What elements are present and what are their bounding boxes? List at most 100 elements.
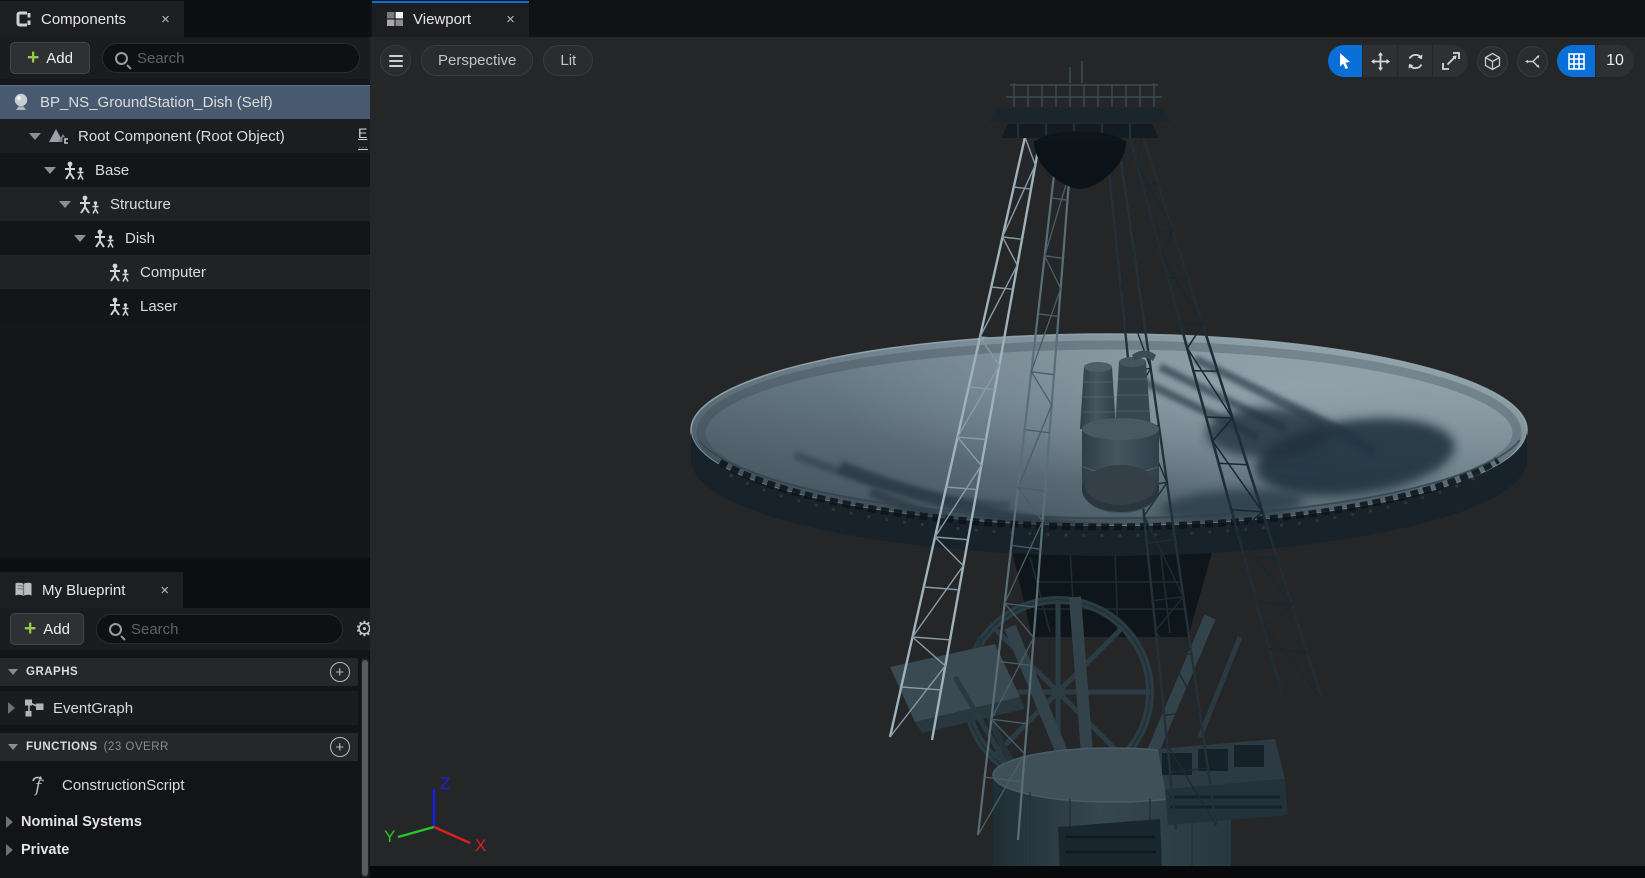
add-blueprint-item-button[interactable]: + Add bbox=[10, 613, 84, 645]
edit-link-truncated[interactable]: E bbox=[358, 126, 368, 151]
category-label: Private bbox=[21, 842, 69, 858]
chevron-right-icon[interactable] bbox=[6, 816, 13, 828]
tree-row-computer[interactable]: Computer bbox=[0, 255, 370, 289]
functions-header-suffix: (23 OVERR bbox=[104, 741, 169, 753]
viewport-panel: Viewport × bbox=[370, 0, 1645, 878]
svg-text:Z: Z bbox=[440, 774, 450, 793]
components-toolbar: + Add bbox=[0, 37, 370, 79]
functions-section-header[interactable]: FUNCTIONS (23 OVERR + bbox=[0, 733, 358, 761]
snap-actors-button[interactable] bbox=[1517, 46, 1548, 77]
close-icon[interactable]: × bbox=[161, 11, 170, 28]
list-item-label: EventGraph bbox=[53, 700, 133, 717]
components-tab-bar: Components × bbox=[0, 0, 370, 37]
tree-row-self[interactable]: BP_NS_GroundStation_Dish (Self) bbox=[0, 85, 370, 119]
scrollbar-thumb[interactable] bbox=[362, 660, 368, 876]
chevron-down-icon[interactable] bbox=[74, 235, 86, 242]
components-panel: Components × + Add bbox=[0, 0, 370, 323]
tree-row-laser[interactable]: Laser bbox=[0, 289, 370, 323]
category-nominal-systems[interactable]: Nominal Systems bbox=[0, 808, 358, 836]
viewport-3d-scene[interactable]: Z Y X Perspective Lit bbox=[370, 37, 1645, 878]
ground-station-dish-render: Z Y X bbox=[370, 37, 1645, 878]
tab-my-blueprint[interactable]: My Blueprint × bbox=[0, 572, 183, 608]
chevron-down-icon[interactable] bbox=[44, 167, 56, 174]
grid-icon bbox=[1568, 53, 1585, 70]
scene-component-icon bbox=[63, 161, 87, 180]
add-button-label: Add bbox=[46, 50, 73, 67]
rotate-icon bbox=[1406, 52, 1425, 71]
viewport-options-button[interactable] bbox=[380, 45, 411, 76]
scene-component-icon bbox=[108, 297, 132, 316]
components-tab-label: Components bbox=[41, 11, 126, 28]
my-blueprint-search[interactable] bbox=[96, 614, 343, 644]
move-icon bbox=[1371, 52, 1390, 71]
scene-component-icon bbox=[78, 195, 102, 214]
grid-snap-toggle[interactable] bbox=[1557, 45, 1596, 77]
functions-header-label: FUNCTIONS bbox=[26, 741, 98, 753]
graphs-section-header[interactable]: GRAPHS + bbox=[0, 658, 358, 686]
perspective-selector[interactable]: Perspective bbox=[421, 45, 533, 76]
lit-label: Lit bbox=[560, 52, 576, 69]
transform-tools-group bbox=[1328, 45, 1468, 77]
select-tool-button[interactable] bbox=[1328, 45, 1363, 77]
svg-text:f: f bbox=[33, 777, 44, 796]
world-local-gizmo-button[interactable] bbox=[1477, 46, 1508, 77]
graphs-header-label: GRAPHS bbox=[26, 666, 78, 678]
components-search-input[interactable] bbox=[137, 50, 347, 67]
tree-row-label: Root Component (Root Object) bbox=[78, 128, 285, 145]
scale-tool-button[interactable] bbox=[1433, 45, 1468, 77]
my-blueprint-search-input[interactable] bbox=[131, 621, 330, 638]
category-private[interactable]: Private bbox=[0, 836, 358, 864]
hamburger-menu-icon bbox=[389, 55, 403, 67]
plus-icon: + bbox=[27, 47, 39, 68]
grid-snap-value[interactable]: 10 bbox=[1596, 45, 1634, 77]
plus-icon: + bbox=[24, 618, 36, 639]
close-icon[interactable]: × bbox=[160, 582, 169, 599]
chevron-right-icon[interactable] bbox=[8, 702, 15, 714]
tab-components[interactable]: Components × bbox=[0, 1, 184, 37]
move-tool-button[interactable] bbox=[1363, 45, 1398, 77]
my-blueprint-toolbar: + Add ⚙ bbox=[0, 608, 370, 650]
tree-row-root-component[interactable]: Root Component (Root Object) E bbox=[0, 119, 370, 153]
my-blueprint-tab-label: My Blueprint bbox=[42, 582, 125, 599]
tree-row-label: BP_NS_GroundStation_Dish (Self) bbox=[40, 94, 273, 111]
view-mode-selector[interactable]: Lit bbox=[543, 45, 593, 76]
my-blueprint-panel: My Blueprint × + Add ⚙ GRAPHS bbox=[0, 558, 370, 878]
add-component-button[interactable]: + Add bbox=[10, 42, 90, 74]
grid-snap-group: 10 bbox=[1557, 45, 1634, 77]
list-item-label: ConstructionScript bbox=[62, 777, 185, 794]
scene-component-icon bbox=[108, 263, 132, 282]
tree-row-label: Structure bbox=[110, 196, 171, 213]
chevron-down-icon bbox=[8, 744, 18, 750]
viewport-transform-toolbar: 10 bbox=[1328, 45, 1634, 77]
components-search[interactable] bbox=[102, 43, 360, 73]
tree-row-label: Dish bbox=[125, 230, 155, 247]
chevron-right-icon[interactable] bbox=[6, 844, 13, 856]
tree-row-label: Base bbox=[95, 162, 129, 179]
function-icon: f bbox=[30, 774, 54, 796]
chevron-down-icon[interactable] bbox=[59, 201, 71, 208]
add-graph-button[interactable]: + bbox=[330, 662, 350, 682]
viewport-icon bbox=[386, 11, 404, 27]
viewport-tab-label: Viewport bbox=[413, 11, 471, 28]
book-icon bbox=[14, 582, 33, 598]
tree-row-dish[interactable]: Dish bbox=[0, 221, 370, 255]
close-icon[interactable]: × bbox=[506, 11, 515, 28]
add-function-button[interactable]: + bbox=[330, 737, 350, 757]
tree-row-base[interactable]: Base bbox=[0, 153, 370, 187]
tree-row-structure[interactable]: Structure bbox=[0, 187, 370, 221]
scene-component-icon bbox=[93, 229, 117, 248]
tab-viewport[interactable]: Viewport × bbox=[372, 1, 529, 37]
perspective-label: Perspective bbox=[438, 52, 516, 69]
coordinate-cube-icon bbox=[1483, 52, 1502, 71]
viewport-tab-bar: Viewport × bbox=[370, 0, 1645, 37]
left-panel-column: Components × + Add bbox=[0, 0, 370, 878]
list-item-construction-script[interactable]: f ConstructionScript bbox=[0, 768, 358, 802]
svg-text:Y: Y bbox=[384, 827, 395, 846]
chevron-down-icon[interactable] bbox=[29, 133, 41, 140]
rotate-tool-button[interactable] bbox=[1398, 45, 1433, 77]
list-item-event-graph[interactable]: EventGraph bbox=[0, 691, 358, 725]
my-blueprint-tab-bar: My Blueprint × bbox=[0, 558, 370, 608]
cursor-icon bbox=[1337, 52, 1353, 70]
chevron-down-icon bbox=[8, 669, 18, 675]
my-blueprint-scrollbar[interactable] bbox=[361, 658, 369, 878]
